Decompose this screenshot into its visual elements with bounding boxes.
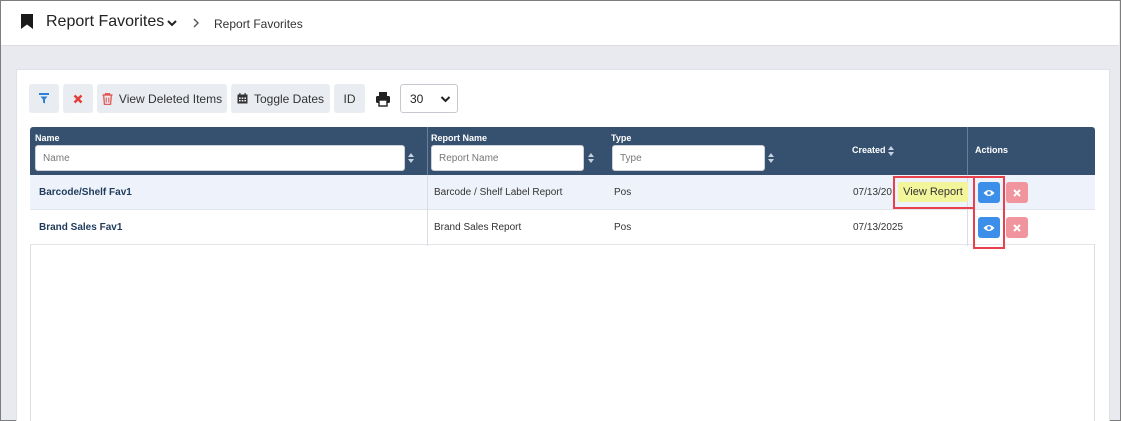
filter-button[interactable] xyxy=(29,84,59,113)
column-header-actions: Actions xyxy=(975,145,1009,155)
close-icon xyxy=(1013,188,1021,197)
chevron-down-icon[interactable] xyxy=(165,16,179,30)
cell-created: 07/13/20 xyxy=(853,187,892,198)
sort-icon[interactable] xyxy=(407,152,415,164)
toggle-dates-button[interactable]: Toggle Dates xyxy=(231,84,330,113)
view-buttons-highlight-box xyxy=(973,176,1005,249)
filter-icon xyxy=(39,93,49,104)
cell-name: Brand Sales Fav1 xyxy=(39,222,123,233)
column-header-type: Type xyxy=(611,133,632,143)
table-row[interactable]: Brand Sales Fav1 Brand Sales Report Pos … xyxy=(30,210,1095,245)
id-label: ID xyxy=(343,91,356,106)
chevron-right-icon xyxy=(193,18,199,28)
page-size-select[interactable]: 30 xyxy=(400,84,458,113)
column-header-created[interactable]: Created xyxy=(852,145,886,155)
chevron-down-icon xyxy=(440,96,451,103)
cell-report-name: Brand Sales Report xyxy=(434,222,522,233)
print-icon[interactable] xyxy=(375,91,391,107)
view-deleted-items-button[interactable]: View Deleted Items xyxy=(97,84,227,113)
top-bar: Report Favorites Report Favorites xyxy=(1,1,1119,46)
table-header: Name Name Report Name Report Name Type T… xyxy=(30,127,1095,175)
close-icon xyxy=(73,94,83,103)
clear-filters-button[interactable] xyxy=(63,84,93,113)
column-divider xyxy=(967,127,968,175)
name-filter-input[interactable]: Name xyxy=(35,145,405,171)
page-size-value: 30 xyxy=(410,91,424,106)
sort-icon[interactable] xyxy=(767,152,775,164)
column-header-report-name: Report Name xyxy=(431,133,488,143)
column-header-name: Name xyxy=(35,133,60,143)
sort-icon[interactable] xyxy=(887,145,895,157)
id-toggle-button[interactable]: ID xyxy=(334,84,365,113)
sort-icon[interactable] xyxy=(587,152,595,164)
view-deleted-items-label: View Deleted Items xyxy=(118,91,223,106)
bookmark-icon xyxy=(21,14,33,29)
toggle-dates-label: Toggle Dates xyxy=(253,91,325,106)
delete-favorite-button[interactable] xyxy=(1006,182,1028,203)
delete-favorite-button[interactable] xyxy=(1006,217,1028,238)
cell-report-name: Barcode / Shelf Label Report xyxy=(434,187,563,198)
type-filter-input[interactable]: Type xyxy=(612,145,765,171)
trash-icon xyxy=(102,92,113,105)
tooltip-highlight-box xyxy=(893,176,975,209)
cell-type: Pos xyxy=(614,187,632,198)
close-icon xyxy=(1013,223,1021,232)
breadcrumb[interactable]: Report Favorites xyxy=(214,17,303,31)
report-name-filter-input[interactable]: Report Name xyxy=(431,145,584,171)
column-divider xyxy=(427,175,428,246)
cell-created: 07/13/2025 xyxy=(853,222,904,233)
cell-type: Pos xyxy=(614,222,632,233)
cell-name: Barcode/Shelf Fav1 xyxy=(39,187,132,198)
page-title[interactable]: Report Favorites xyxy=(46,13,164,31)
calendar-icon xyxy=(237,93,248,104)
column-divider xyxy=(427,127,428,175)
